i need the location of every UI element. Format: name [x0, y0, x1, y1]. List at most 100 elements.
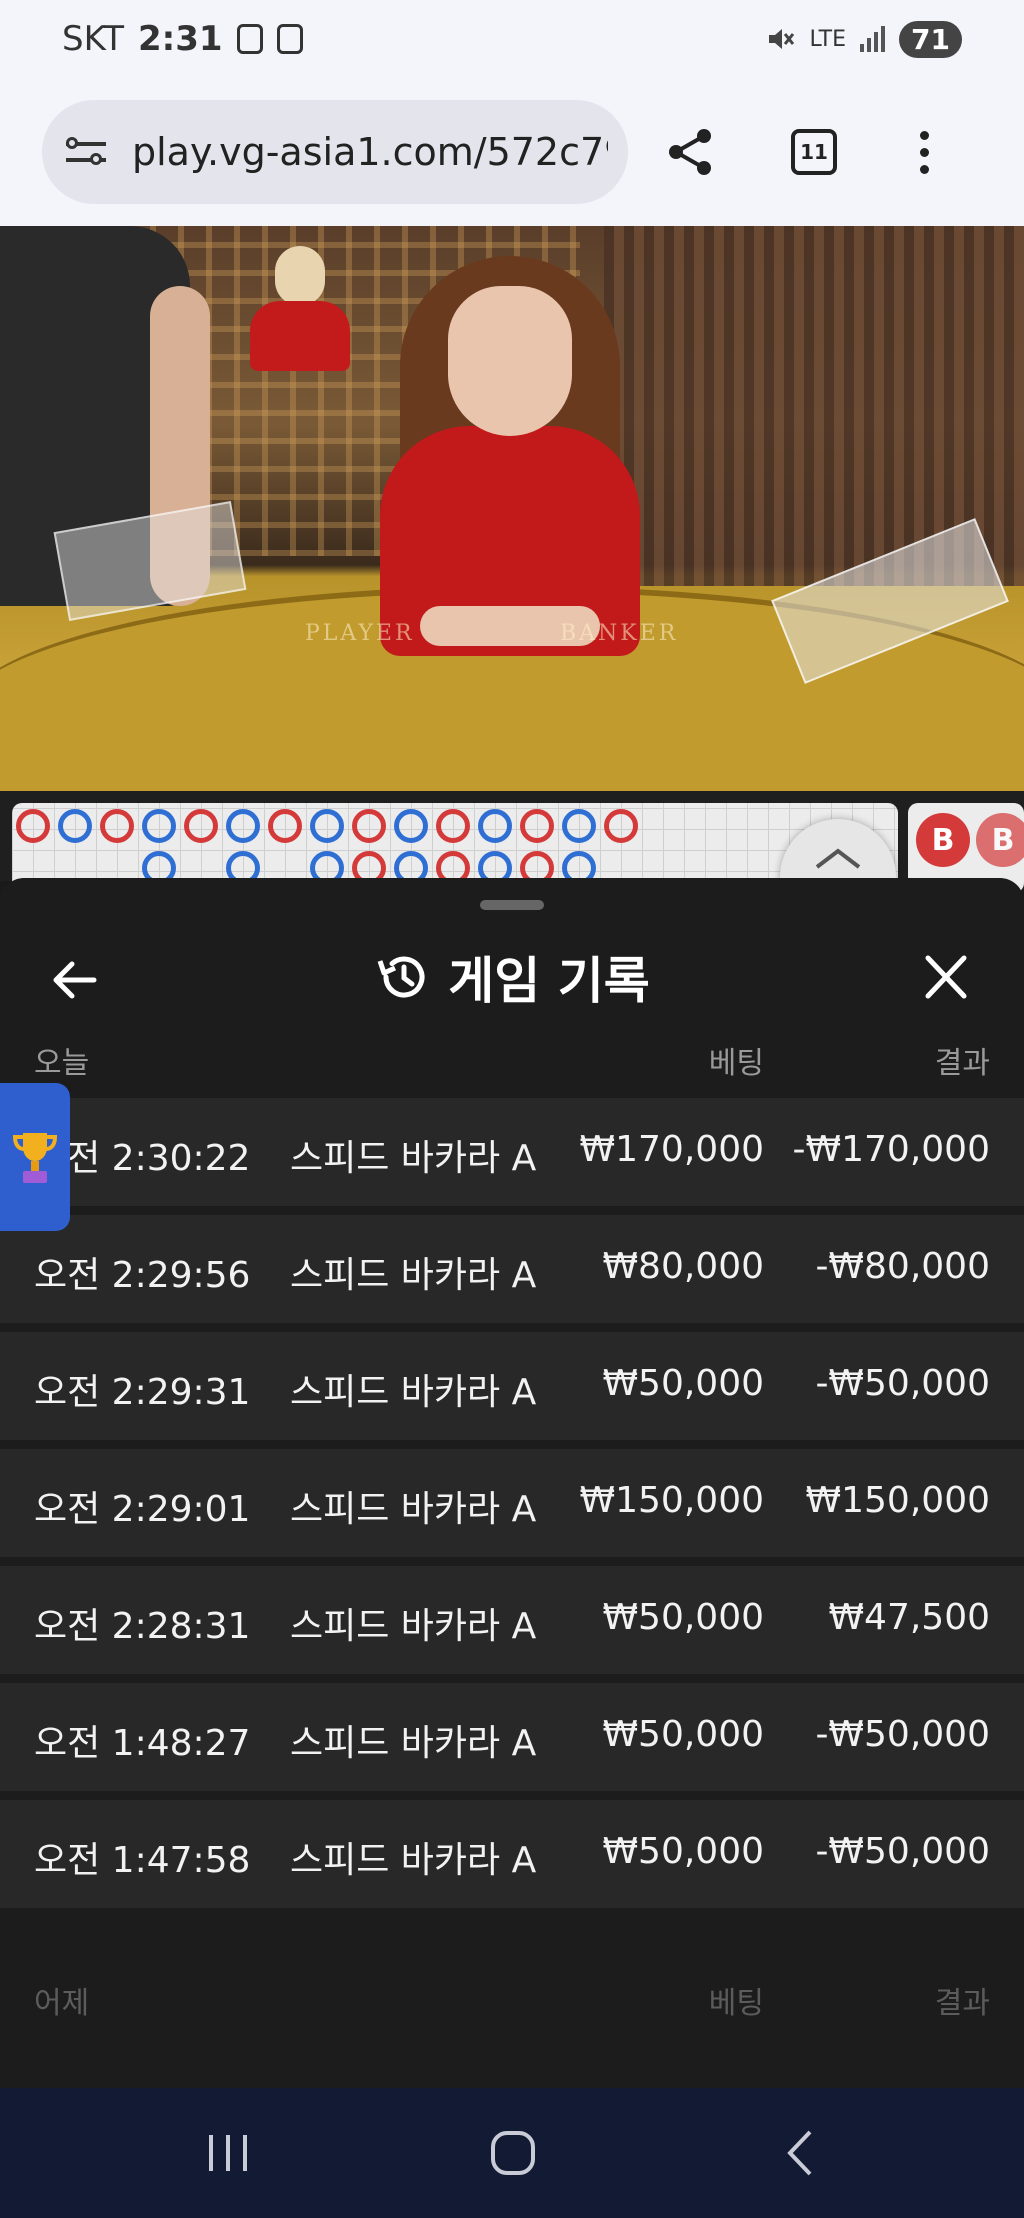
history-row[interactable]: 오전 2:30:22 스피드 바카라 A ₩170,000 -₩170,000 [0, 1098, 1024, 1206]
b-app-icon [236, 24, 263, 54]
scoreboard: B B [0, 791, 1024, 935]
banker-badge: B [976, 813, 1024, 867]
share-button[interactable] [650, 112, 730, 192]
recents-icon [209, 2135, 247, 2171]
bead-player [310, 809, 344, 843]
row-game: 스피드 바카라 A [290, 1723, 537, 1764]
close-button[interactable] [914, 950, 978, 1006]
network-label: LTE [809, 26, 847, 52]
site-settings-icon[interactable] [66, 134, 110, 170]
row-result: -₩170,000 [792, 1129, 990, 1170]
row-result: ₩150,000 [805, 1480, 990, 1521]
status-right: LTE 71 [765, 20, 962, 58]
banker-badge: B [916, 813, 970, 867]
battery-indicator: 71 [899, 20, 962, 58]
bet-column-header: 베팅 [708, 1046, 764, 1081]
back-nav-button[interactable] [760, 2118, 840, 2188]
main-dealer [380, 256, 640, 656]
row-bet: ₩170,000 [579, 1129, 764, 1170]
tab-count: 11 [791, 129, 837, 175]
row-game: 스피드 바카라 A [290, 1489, 537, 1530]
row-bet: ₩50,000 [602, 1363, 764, 1404]
chevron-left-icon [787, 2130, 812, 2176]
arrow-left-icon [53, 961, 97, 999]
chevron-up-icon [815, 848, 861, 869]
game-history-sheet: 게임 기록 오늘 베팅 결과 오전 2:30:22 스피드 바카라 A ₩170… [0, 878, 1024, 2088]
bead-player [226, 809, 260, 843]
home-icon [491, 2131, 535, 2175]
bead-player [58, 809, 92, 843]
browser-menu-button[interactable] [884, 112, 964, 192]
row-result: -₩50,000 [815, 1363, 990, 1404]
bead-player [562, 809, 596, 843]
row-bet: ₩80,000 [602, 1246, 764, 1287]
tab-switcher-button[interactable]: 11 [774, 112, 854, 192]
url-text[interactable]: play.vg-asia1.com/572c79 [132, 130, 608, 174]
bead-player [394, 809, 428, 843]
trophy-icon [12, 1133, 58, 1183]
home-button[interactable] [473, 2118, 553, 2188]
live-video[interactable]: PLAYER BANKER [0, 226, 1024, 791]
status-bar: SKT 2:31 LTE 71 [0, 0, 1024, 78]
history-row[interactable]: 오전 2:29:31 스피드 바카라 A ₩50,000 -₩50,000 [0, 1332, 1024, 1440]
share-icon [669, 129, 711, 175]
bead-banker [352, 809, 386, 843]
yesterday-label: 어제 [34, 1986, 90, 2021]
row-time: 오전 1:47:58 [34, 1840, 251, 1881]
today-header: 오늘 베팅 결과 [0, 1028, 1024, 1088]
bead-player [478, 809, 512, 843]
bead-player [142, 809, 176, 843]
row-bet: ₩50,000 [602, 1597, 764, 1638]
screenshot-icon [276, 24, 303, 54]
table-label-banker: BANKER [560, 621, 679, 646]
sheet-title: 게임 기록 [448, 952, 650, 1010]
row-time: 오전 2:29:01 [34, 1489, 251, 1530]
status-left: SKT 2:31 [62, 19, 303, 59]
row-result: ₩47,500 [828, 1597, 990, 1638]
history-row[interactable]: 오전 2:29:01 스피드 바카라 A ₩150,000 ₩150,000 [0, 1449, 1024, 1557]
row-game: 스피드 바카라 A [290, 1372, 537, 1413]
bead-banker [268, 809, 302, 843]
back-button[interactable] [44, 952, 108, 1008]
row-game: 스피드 바카라 A [290, 1138, 537, 1179]
row-bet: ₩50,000 [602, 1831, 764, 1872]
history-row[interactable]: 오전 2:28:31 스피드 바카라 A ₩50,000 ₩47,500 [0, 1566, 1024, 1674]
history-icon [377, 956, 425, 998]
result-column-header: 결과 [934, 1986, 990, 2021]
row-time: 오전 2:28:31 [34, 1606, 251, 1647]
history-row[interactable]: 오전 1:48:27 스피드 바카라 A ₩50,000 -₩50,000 [0, 1683, 1024, 1791]
recents-button[interactable] [188, 2118, 268, 2188]
result-column-header: 결과 [934, 1046, 990, 1081]
sheet-drag-handle[interactable] [480, 900, 544, 910]
bead-banker [184, 809, 218, 843]
table-label-player: PLAYER [305, 621, 415, 646]
row-result: -₩80,000 [815, 1246, 990, 1287]
history-row[interactable]: 오전 1:47:58 스피드 바카라 A ₩50,000 -₩50,000 [0, 1800, 1024, 1908]
bead-banker [16, 809, 50, 843]
browser-toolbar: play.vg-asia1.com/572c79 11 [0, 78, 1024, 226]
address-bar[interactable]: play.vg-asia1.com/572c79 [42, 100, 628, 204]
bet-column-header: 베팅 [708, 1986, 764, 2021]
bead-banker [100, 809, 134, 843]
row-time: 오전 1:48:27 [34, 1723, 251, 1764]
history-row[interactable]: 오전 2:29:56 스피드 바카라 A ₩80,000 -₩80,000 [0, 1215, 1024, 1323]
row-result: -₩50,000 [815, 1714, 990, 1755]
background-dealer [250, 246, 350, 396]
bead-banker [436, 809, 470, 843]
row-game: 스피드 바카라 A [290, 1255, 537, 1296]
signal-icon [860, 26, 886, 52]
sheet-header: 게임 기록 [0, 922, 1024, 1032]
mute-icon [769, 29, 795, 49]
close-icon [925, 955, 967, 999]
row-result: -₩50,000 [815, 1831, 990, 1872]
system-nav-bar [0, 2088, 1024, 2218]
row-time: 오전 2:29:56 [34, 1255, 251, 1296]
row-game: 스피드 바카라 A [290, 1840, 537, 1881]
trophy-button[interactable] [0, 1083, 70, 1231]
bead-banker [520, 809, 554, 843]
row-time: 오전 2:29:31 [34, 1372, 251, 1413]
bead-banker [604, 809, 638, 843]
clock: 2:31 [138, 19, 223, 59]
carrier-label: SKT [62, 19, 125, 59]
title-wrap: 게임 기록 [374, 941, 650, 1013]
